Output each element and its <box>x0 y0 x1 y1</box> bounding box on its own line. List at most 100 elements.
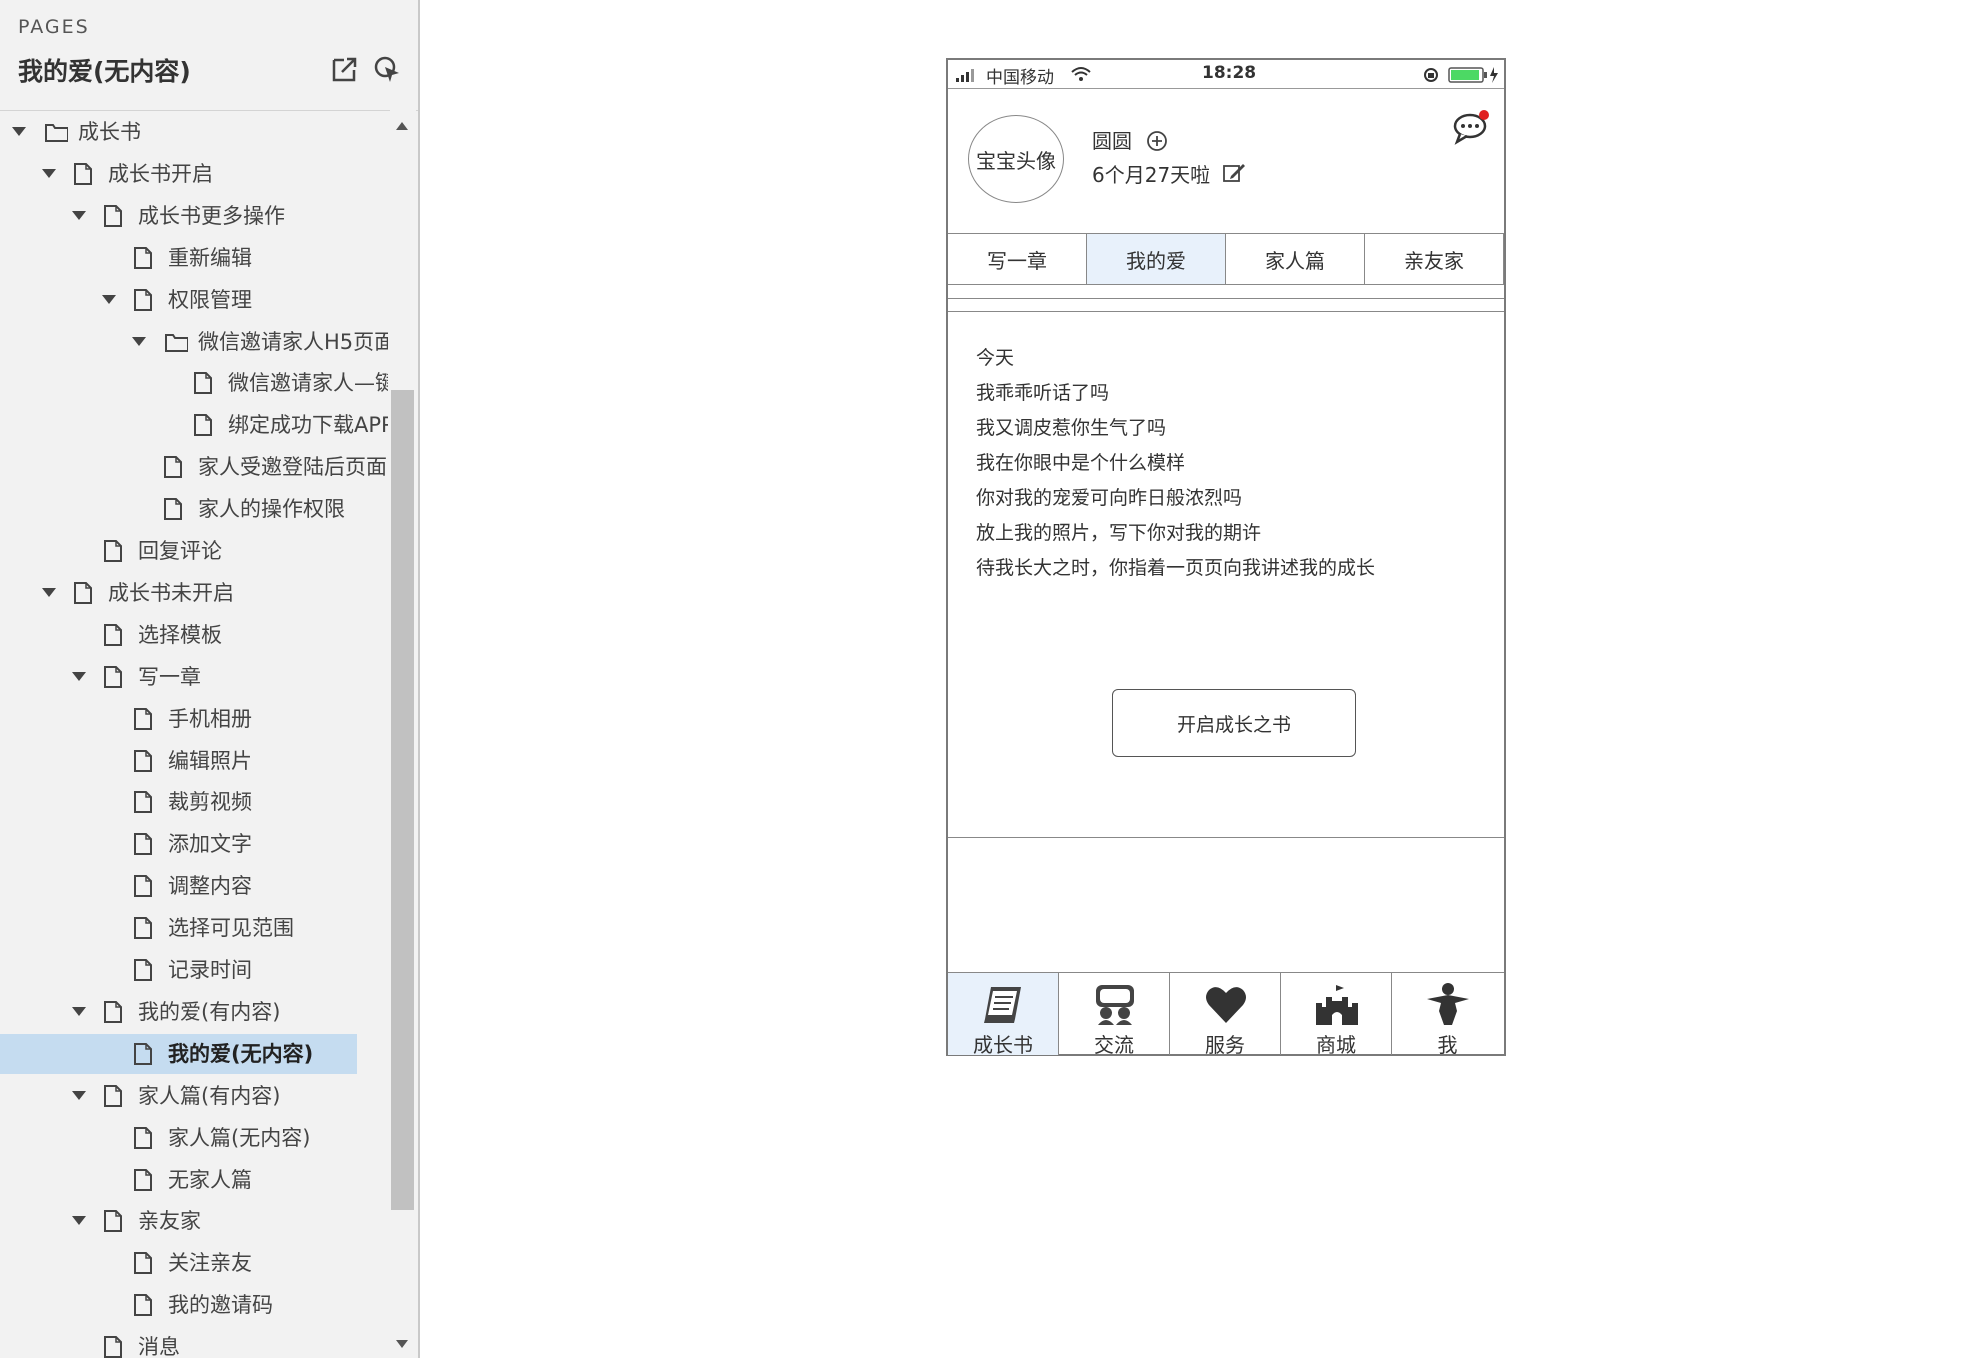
scrollbar-thumb[interactable] <box>391 390 414 1210</box>
tree-item[interactable]: 写一章 <box>0 657 388 697</box>
tree-item-label: 我的邀请码 <box>168 1293 273 1318</box>
tree-item[interactable]: 成长书 <box>0 112 388 152</box>
page-icon <box>132 874 154 898</box>
tree-item[interactable]: 我的邀请码 <box>0 1285 388 1325</box>
page-icon <box>132 832 154 856</box>
tree-item[interactable]: 回复评论 <box>0 531 388 571</box>
expand-caret-icon[interactable] <box>72 210 86 220</box>
tab-label: 亲友家 <box>1404 248 1464 273</box>
page-icon <box>192 371 214 395</box>
expand-caret-icon[interactable] <box>72 1006 86 1016</box>
tab-item[interactable]: 家人篇 <box>1226 234 1365 284</box>
wifi-icon <box>1071 67 1091 81</box>
message-bubble-icon[interactable] <box>1452 109 1492 145</box>
page-icon <box>102 665 124 689</box>
start-growth-book-button[interactable]: 开启成长之书 <box>1112 689 1356 757</box>
expand-caret-icon[interactable] <box>42 168 56 178</box>
page-icon <box>132 1293 154 1317</box>
tree-item[interactable]: 调整内容 <box>0 866 388 906</box>
page-icon <box>132 1168 154 1192</box>
avatar-text: 宝宝头像 <box>976 148 1056 173</box>
export-icon[interactable] <box>330 54 360 84</box>
tree-item-label: 绑定成功下载APP <box>228 413 388 438</box>
poem-line: 我在你眼中是个什么模样 <box>976 452 1186 474</box>
nav-item[interactable]: 交流 <box>1059 973 1170 1057</box>
tree-item[interactable]: 微信邀请家人H5页面 <box>0 322 388 362</box>
pages-panel: PAGES 我的爱(无内容) 成长书 成长书开启 成长书更多操作 重新编辑 权限管理 微信… <box>0 0 420 1358</box>
tree-item[interactable]: 添加文字 <box>0 824 388 864</box>
tree-item[interactable]: 无家人篇 <box>0 1160 388 1200</box>
tab-item[interactable]: 亲友家 <box>1365 234 1504 284</box>
tab-label: 我的爱 <box>1126 248 1186 273</box>
page-icon <box>132 1042 154 1066</box>
tree-item[interactable]: 家人篇(有内容) <box>0 1076 388 1116</box>
baby-avatar[interactable]: 宝宝头像 <box>968 115 1064 203</box>
tree-item[interactable]: 家人篇(无内容) <box>0 1118 388 1158</box>
tree-item[interactable]: 成长书未开启 <box>0 573 388 613</box>
tree-item[interactable]: 我的爱(无内容) <box>0 1033 357 1074</box>
pages-label: PAGES <box>18 16 90 38</box>
tree-item-label: 回复评论 <box>138 539 222 563</box>
nav-item[interactable]: 服务 <box>1170 973 1281 1057</box>
edit-icon[interactable] <box>1222 162 1246 184</box>
page-tree: 成长书 成长书开启 成长书更多操作 重新编辑 权限管理 微信邀请家人H5页面 微信邀请家人—… <box>0 106 388 1358</box>
carrier-name: 中国移动 <box>986 68 1054 88</box>
tree-item[interactable]: 手机相册 <box>0 699 388 739</box>
tree-item[interactable]: 家人的操作权限 <box>0 489 388 529</box>
tree-item[interactable]: 家人受邀登陆后页面 <box>0 447 388 487</box>
status-time: 18:28 <box>1202 63 1257 83</box>
add-circle-icon[interactable] <box>1146 130 1168 152</box>
nav-item[interactable]: 我 <box>1392 973 1503 1057</box>
expand-caret-icon[interactable] <box>72 1216 86 1226</box>
tree-item[interactable]: 关注亲友 <box>0 1243 388 1283</box>
tab-label: 写一章 <box>987 248 1047 273</box>
tree-item[interactable]: 亲友家 <box>0 1201 388 1241</box>
tab-item[interactable]: 写一章 <box>948 234 1087 284</box>
poem-line: 今天 <box>976 347 1015 369</box>
page-icon <box>132 1251 154 1275</box>
expand-caret-icon[interactable] <box>72 1090 86 1100</box>
expand-caret-icon[interactable] <box>42 587 56 597</box>
tree-item[interactable]: 裁剪视频 <box>0 782 388 822</box>
tree-item-label: 家人的操作权限 <box>198 497 345 522</box>
tree-item-label: 选择可见范围 <box>168 916 294 941</box>
tree-item-label: 成长书未开启 <box>108 580 234 605</box>
locate-page-icon[interactable] <box>372 54 402 84</box>
page-icon <box>102 1000 124 1024</box>
tree-item[interactable]: 我的爱(有内容) <box>0 992 388 1032</box>
expand-caret-icon[interactable] <box>102 294 116 304</box>
tree-item[interactable]: 编辑照片 <box>0 741 388 781</box>
tree-item[interactable]: 成长书开启 <box>0 154 388 194</box>
expand-caret-icon[interactable] <box>72 671 86 681</box>
nav-label: 商城 <box>1316 1033 1356 1057</box>
tree-item[interactable]: 消息 <box>0 1327 388 1358</box>
expand-caret-icon[interactable] <box>132 336 146 346</box>
chat-group-icon <box>1096 985 1134 1025</box>
tree-item[interactable]: 重新编辑 <box>0 238 388 278</box>
tab-item[interactable]: 我的爱 <box>1087 234 1226 284</box>
tree-item-label: 家人受邀登陆后页面 <box>198 455 387 480</box>
page-icon <box>132 749 154 773</box>
tree-item[interactable]: 微信邀请家人—键 <box>0 363 388 403</box>
tree-item[interactable]: 权限管理 <box>0 280 388 320</box>
nav-item[interactable]: 商城 <box>1281 973 1392 1057</box>
nav-item[interactable]: 成长书 <box>948 973 1059 1057</box>
scroll-up-arrow-icon[interactable] <box>396 122 408 130</box>
person-icon <box>1427 983 1469 1025</box>
nav-label: 服务 <box>1205 1033 1245 1057</box>
expand-caret-icon[interactable] <box>12 127 26 136</box>
tree-item[interactable]: 选择模板 <box>0 615 388 655</box>
battery-icon <box>1448 67 1498 83</box>
page-icon <box>162 455 184 479</box>
tree-item[interactable]: 记录时间 <box>0 950 388 990</box>
tree-item[interactable]: 绑定成功下载APP <box>0 405 388 445</box>
tree-item-label: 家人篇(有内容) <box>138 1083 281 1108</box>
scroll-down-arrow-icon[interactable] <box>396 1340 408 1348</box>
tree-item[interactable]: 选择可见范围 <box>0 908 388 948</box>
heart-icon <box>1206 987 1246 1023</box>
tree-item-label: 记录时间 <box>168 958 252 982</box>
poem-line: 你对我的宠爱可向昨日般浓烈吗 <box>976 487 1243 509</box>
folder-icon <box>42 120 69 144</box>
tree-item-label: 我的爱(无内容) <box>168 1041 314 1066</box>
tree-item[interactable]: 成长书更多操作 <box>0 196 388 236</box>
